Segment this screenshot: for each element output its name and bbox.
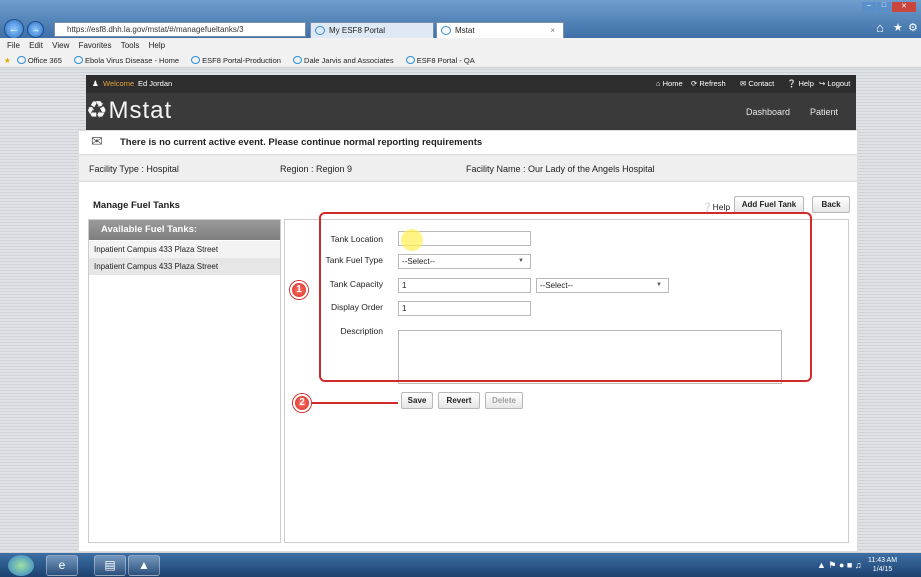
add-fuel-tank-button[interactable]: Add Fuel Tank bbox=[734, 196, 804, 213]
browser-titlebar: ← → https://esf8.dhh.la.gov/mstat/#/mana… bbox=[0, 0, 921, 39]
maximize-icon[interactable]: □ bbox=[877, 2, 891, 12]
forward-arrow-icon[interactable]: → bbox=[27, 21, 44, 38]
tab-my-esf8-portal[interactable]: My ESF8 Portal bbox=[310, 22, 434, 38]
user-name: Ed Jordan bbox=[138, 79, 173, 88]
ie-page-icon bbox=[293, 56, 303, 64]
window-controls[interactable]: – □ ✕ bbox=[862, 2, 918, 16]
menu-edit[interactable]: Edit bbox=[29, 41, 43, 50]
favorite-link[interactable]: ESF8 Portal-Production bbox=[187, 56, 281, 65]
tray-icons[interactable]: ▲ ⚑ ● ■ ♫ bbox=[817, 560, 862, 571]
facility-info-bar: Facility Type : Hospital Region : Region… bbox=[78, 155, 858, 182]
address-bar[interactable]: https://esf8.dhh.la.gov/mstat/#/managefu… bbox=[54, 22, 306, 37]
back-button[interactable]: Back bbox=[812, 196, 850, 213]
favorites-star-icon[interactable]: ★ bbox=[893, 21, 903, 34]
annotation-badge-2: 2 bbox=[293, 394, 311, 412]
favorite-link[interactable]: Office 365 bbox=[13, 56, 62, 65]
fuel-tank-list-header: Available Fuel Tanks: bbox=[89, 220, 280, 240]
event-message: There is no current active event. Please… bbox=[120, 137, 483, 148]
facility-type: Facility Type : Hospital bbox=[89, 164, 179, 174]
nav-home[interactable]: ⌂ Home bbox=[656, 75, 683, 93]
favorite-link[interactable]: ESF8 Portal - QA bbox=[402, 56, 475, 65]
revert-button[interactable]: Revert bbox=[438, 392, 480, 409]
tab-mstat[interactable]: Mstat × bbox=[436, 22, 564, 38]
ie-page-icon bbox=[441, 26, 451, 35]
favorite-link[interactable]: Ebola Virus Disease - Home bbox=[70, 56, 179, 65]
welcome-text: Welcome bbox=[103, 79, 135, 88]
tab-close-icon[interactable]: × bbox=[550, 23, 555, 38]
app-header: ♻Mstat Dashboard Patient bbox=[86, 93, 856, 130]
favorites-star-icon[interactable]: ★ bbox=[4, 56, 11, 65]
annotation-badge-1: 1 bbox=[290, 281, 308, 299]
ie-page-icon bbox=[315, 26, 325, 35]
ie-page-icon bbox=[73, 56, 83, 64]
ie-page-icon bbox=[191, 56, 201, 64]
list-item[interactable]: Inpatient Campus 433 Plaza Street bbox=[89, 241, 280, 258]
delete-button[interactable]: Delete bbox=[485, 392, 523, 409]
folder-taskbar-icon[interactable]: ▤ bbox=[94, 555, 126, 576]
nav-logout[interactable]: ↪ Logout bbox=[819, 75, 850, 93]
facility-region: Region : Region 9 bbox=[280, 164, 353, 174]
menu-view[interactable]: View bbox=[52, 41, 69, 50]
recycle-logo-icon: ♻ bbox=[86, 97, 109, 124]
facility-name: Facility Name : Our Lady of the Angels H… bbox=[466, 164, 655, 174]
nav-refresh[interactable]: ⟳ Refresh bbox=[691, 75, 726, 93]
help-icon: ❔ bbox=[702, 202, 713, 212]
nav-help[interactable]: ❔ Help bbox=[787, 75, 814, 93]
save-button[interactable]: Save bbox=[401, 392, 433, 409]
mstat-logo[interactable]: ♻Mstat bbox=[86, 96, 172, 125]
list-item[interactable]: Inpatient Campus 433 Plaza Street bbox=[89, 258, 280, 275]
nav-patient[interactable]: Patient bbox=[810, 107, 838, 117]
minimize-icon[interactable]: – bbox=[862, 2, 876, 12]
user-icon: ♟ bbox=[92, 79, 99, 88]
favorite-link[interactable]: Dale Jarvis and Associates bbox=[289, 56, 394, 65]
nav-dashboard[interactable]: Dashboard bbox=[746, 107, 790, 117]
app-taskbar-icon[interactable]: ▲ bbox=[128, 555, 160, 576]
envelope-icon: ✉ bbox=[91, 133, 103, 149]
settings-gear-icon[interactable]: ⚙ bbox=[908, 21, 918, 34]
ie-page-icon bbox=[16, 56, 26, 64]
home-browser-icon[interactable]: ⌂ bbox=[876, 20, 884, 35]
close-window-icon[interactable]: ✕ bbox=[892, 2, 916, 12]
start-button-icon[interactable] bbox=[8, 555, 34, 576]
ie-taskbar-icon[interactable]: e bbox=[46, 555, 78, 576]
nav-contact[interactable]: ✉ Contact bbox=[740, 75, 774, 93]
taskbar-clock[interactable]: 11:43 AM 1/4/15 bbox=[868, 556, 897, 574]
ie-page-icon bbox=[405, 56, 415, 64]
menu-favorites[interactable]: Favorites bbox=[79, 41, 112, 50]
annotation-arrow bbox=[312, 402, 398, 404]
menu-help[interactable]: Help bbox=[149, 41, 165, 50]
menu-tools[interactable]: Tools bbox=[121, 41, 140, 50]
back-arrow-icon[interactable]: ← bbox=[4, 19, 24, 39]
annotation-box bbox=[319, 212, 812, 382]
app-top-nav: ♟ Welcome Ed Jordan ⌂ Home ⟳ Refresh ✉ C… bbox=[86, 75, 856, 93]
browser-menubar: File Edit View Favorites Tools Help bbox=[0, 38, 921, 53]
page-title: Manage Fuel Tanks bbox=[93, 200, 180, 211]
event-banner: ✉ There is no current active event. Plea… bbox=[78, 130, 858, 155]
favorites-bar: ★ Office 365 Ebola Virus Disease - Home … bbox=[0, 53, 921, 68]
fuel-tank-list: Available Fuel Tanks: Inpatient Campus 4… bbox=[88, 219, 281, 543]
menu-file[interactable]: File bbox=[7, 41, 20, 50]
